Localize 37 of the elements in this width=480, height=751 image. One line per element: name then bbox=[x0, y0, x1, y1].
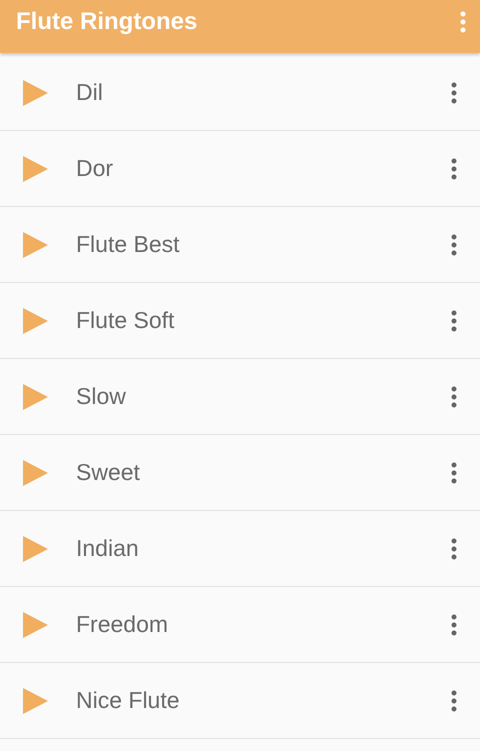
more-icon[interactable] bbox=[451, 310, 457, 332]
play-icon[interactable] bbox=[22, 232, 48, 258]
play-icon[interactable] bbox=[22, 536, 48, 562]
more-icon[interactable] bbox=[451, 538, 457, 560]
ringtone-name: Dil bbox=[76, 79, 104, 106]
app-title: Flute Ringtones bbox=[16, 8, 198, 36]
ringtone-name: Nice Flute bbox=[76, 687, 181, 714]
ringtone-name: Slow bbox=[76, 383, 127, 410]
ringtone-item[interactable]: Indian bbox=[0, 511, 480, 587]
play-icon[interactable] bbox=[22, 688, 48, 714]
more-icon[interactable] bbox=[451, 82, 457, 104]
ringtone-item[interactable]: Flute Best bbox=[0, 207, 480, 283]
ringtone-item[interactable]: Freedom bbox=[0, 587, 480, 663]
play-icon[interactable] bbox=[22, 612, 48, 638]
play-icon[interactable] bbox=[22, 460, 48, 486]
ringtone-name: Flute Best bbox=[76, 231, 181, 258]
more-icon[interactable] bbox=[451, 614, 457, 636]
play-icon[interactable] bbox=[22, 384, 48, 410]
ringtone-name: Sweet bbox=[76, 459, 141, 486]
ringtone-item[interactable]: Dil bbox=[0, 55, 480, 131]
ringtone-name: Dor bbox=[76, 155, 114, 182]
play-icon[interactable] bbox=[22, 308, 48, 334]
more-icon[interactable] bbox=[451, 462, 457, 484]
ringtone-item[interactable]: Dor bbox=[0, 131, 480, 207]
play-icon[interactable] bbox=[22, 156, 48, 182]
more-icon[interactable] bbox=[451, 386, 457, 408]
ringtone-item[interactable]: Sweet bbox=[0, 435, 480, 511]
play-icon[interactable] bbox=[22, 80, 48, 106]
ringtone-name: Freedom bbox=[76, 611, 170, 638]
more-icon[interactable] bbox=[451, 234, 457, 256]
ringtone-name: Indian bbox=[76, 535, 140, 562]
ringtone-item[interactable]: Flute Soft bbox=[0, 283, 480, 359]
ringtone-item[interactable]: Slow bbox=[0, 359, 480, 435]
more-icon[interactable] bbox=[451, 158, 457, 180]
ringtone-item[interactable]: Nice Flute bbox=[0, 663, 480, 739]
ringtone-name: Flute Soft bbox=[76, 307, 176, 334]
more-icon[interactable] bbox=[451, 690, 457, 712]
